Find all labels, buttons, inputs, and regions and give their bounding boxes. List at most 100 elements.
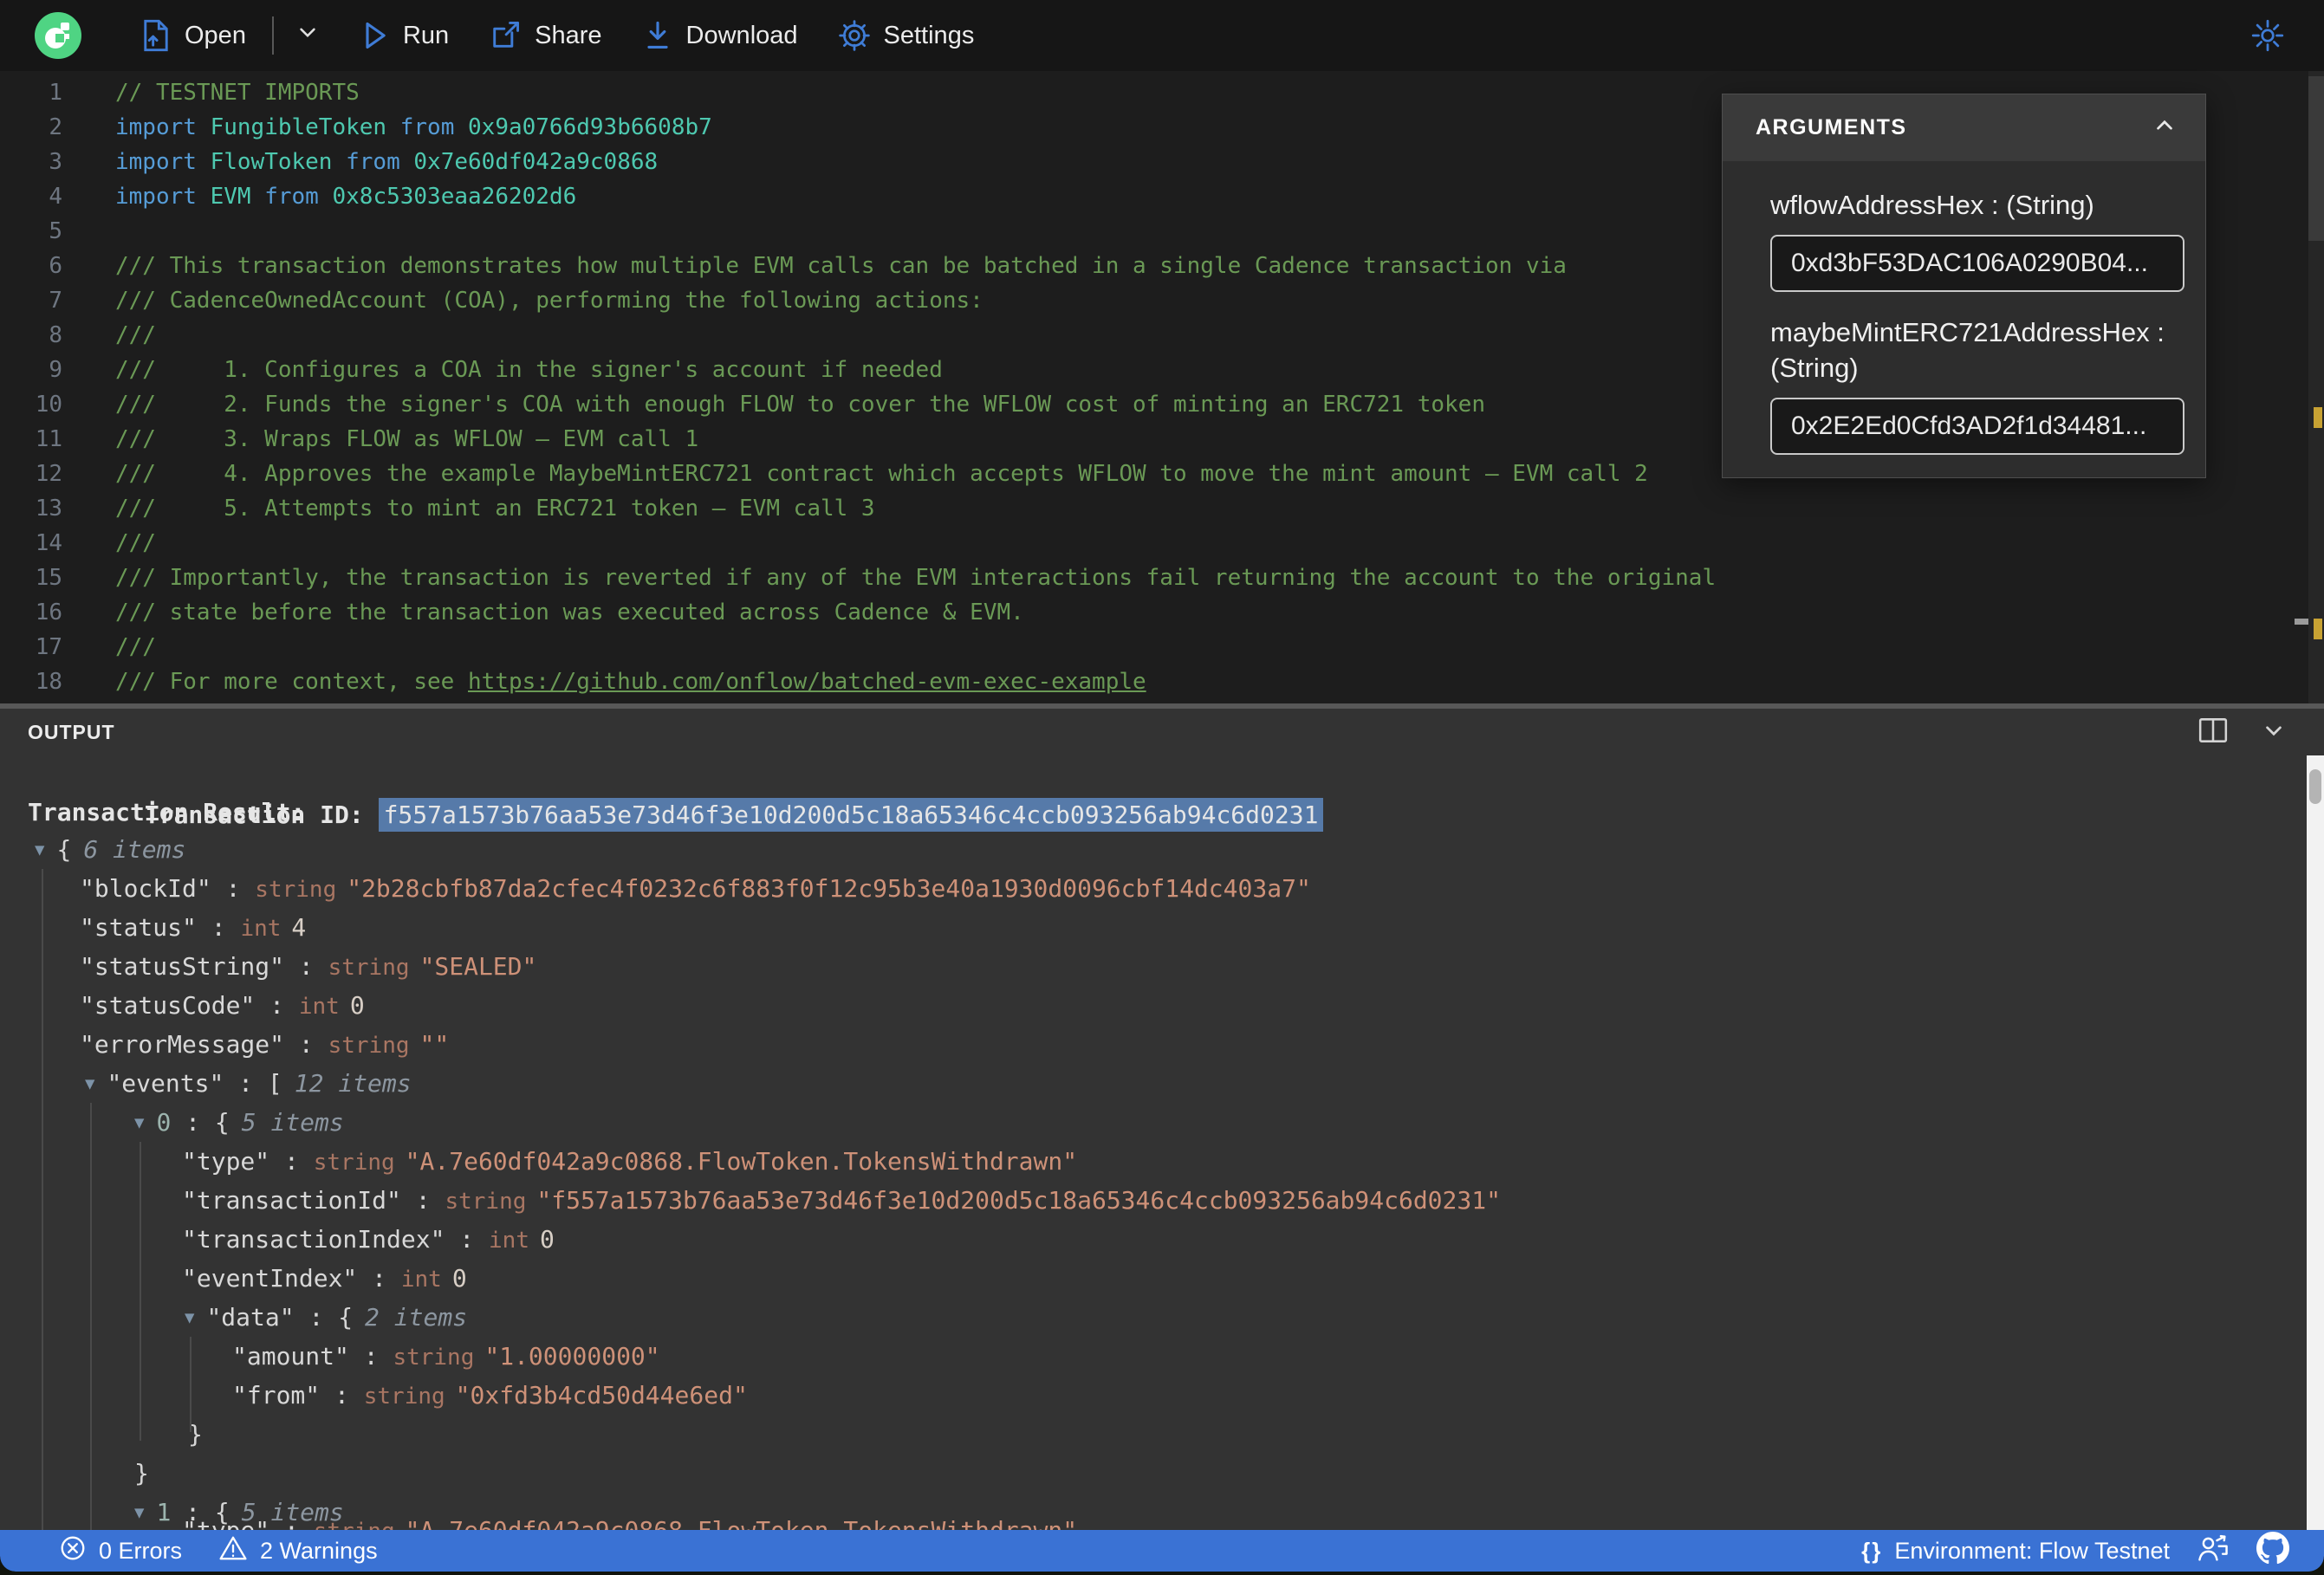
json-tree: ▼ {6 items "blockId" : string "2b28cbfb87da… [0,830,2324,1530]
clipped-json-row: "type" : string "A.7e60df042a9c0868.FlowT… [0,1518,2324,1530]
arguments-title: ARGUMENTS [1756,115,1907,139]
json-colon: : [269,1147,314,1176]
output-row: "status" : int 4 [0,908,2324,947]
json-colon: : [269,1518,314,1530]
json-str: "1.00000000" [484,1342,660,1371]
output-row: "transactionIndex" : int 0 [0,1220,2324,1259]
json-key: "blockId" [80,874,211,903]
json-brace: [ [267,1069,282,1098]
line-number: 8 [49,322,62,348]
json-type: int [240,916,282,942]
output-row: "statusString" : string "SEALED" [0,947,2324,986]
settings-button[interactable]: Settings [838,19,975,52]
json-type: string [314,1519,395,1530]
line-number: 5 [49,218,62,244]
collapse-triangle-icon[interactable]: ▼ [85,1065,94,1104]
argument-input-maybemint[interactable] [1770,398,2184,455]
editor-overview-ruler[interactable] [2308,71,2324,703]
flow-logo-icon[interactable] [35,12,81,59]
warnings-status[interactable]: 2 Warnings [218,1534,378,1568]
line-number: 4 [49,184,62,210]
run-play-icon [360,20,390,51]
json-key: "from" [232,1381,321,1410]
github-icon[interactable] [2256,1531,2289,1571]
output-row: "eventIndex" : int 0 [0,1259,2324,1298]
collapse-output-chevron-icon[interactable] [2258,716,2289,749]
json-key: "events" [107,1069,224,1098]
json-brace: { [338,1303,354,1332]
json-str: "A.7e60df042a9c0868.FlowToken.TokensWith… [406,1518,1077,1530]
gear-icon [838,19,871,52]
output-row: "type" : string "A.7e60df042a9c0868.FlowT… [0,1142,2324,1181]
error-circle-icon [59,1534,87,1568]
json-colon: : [320,1381,364,1410]
output-scrollbar-thumb[interactable] [2309,769,2321,804]
open-dropdown-chevron-icon[interactable] [293,17,322,54]
json-str: "" [419,1030,450,1059]
environment-selector[interactable]: {} Environment: Flow Testnet [1861,1538,2170,1565]
status-bar: 0 Errors 2 Warnings {} Environment: Flow… [0,1530,2324,1572]
split-editor-icon[interactable] [2197,716,2229,749]
output-row: } [0,1454,2324,1493]
line-number: 14 [35,530,62,556]
code-line: 14/// [0,526,2324,561]
toolbar-divider [271,16,274,55]
json-type: string [393,1345,475,1371]
indent-guide [190,1337,192,1432]
toolbar: Open Run Share Download Settings [0,0,2324,71]
argument-label: wflowAddressHex : (String) [1770,190,2094,220]
collapse-chevron-up-icon[interactable] [2150,111,2179,145]
errors-status[interactable]: 0 Errors [59,1534,182,1568]
arguments-panel: ARGUMENTS wflowAddressHex : (String) may… [1722,94,2206,478]
download-button[interactable]: Download [642,19,798,52]
json-int: 0 [349,991,365,1020]
theme-toggle-sun-icon[interactable] [2249,17,2286,61]
settings-label: Settings [883,21,975,49]
json-str: "0xfd3b4cd50d44e6ed" [455,1381,748,1410]
json-brace: { [56,835,72,864]
editor-scrollbar-thumb[interactable] [2308,76,2324,241]
json-colon: : [196,913,241,942]
collapse-triangle-icon[interactable]: ▼ [134,1104,144,1143]
json-type: int [298,994,340,1020]
code-line: 15/// Importantly, the transaction is re… [0,561,2324,595]
code-line: 16/// state before the transaction was e… [0,595,2324,630]
feedback-person-icon[interactable] [2196,1533,2230,1570]
json-key: "errorMessage" [80,1030,285,1059]
json-key: "transactionIndex" [182,1225,445,1254]
code-link[interactable]: https://github.com/onflow/batched-evm-ex… [468,669,1146,695]
output-panel: OUTPUT Transaction ID: f557a1573b76aa53e… [0,709,2324,1530]
json-colon: : [294,1303,339,1332]
open-button[interactable]: Open [140,18,246,53]
indent-guide [140,1142,141,1441]
run-label: Run [402,21,450,49]
json-key: "statusString" [80,952,285,981]
json-colon: : [171,1108,215,1137]
output-content: Transaction ID: f557a1573b76aa53e73d46f3… [0,755,2324,1530]
json-colon: : [357,1264,401,1293]
line-number: 16 [35,600,62,625]
json-int: 0 [451,1264,467,1293]
share-button[interactable]: Share [489,19,602,52]
json-key: "transactionId" [182,1186,401,1215]
output-scrollbar[interactable] [2307,755,2324,1530]
json-colon: : [400,1186,445,1215]
json-colon: : [348,1342,393,1371]
json-type: string [363,1384,445,1410]
json-int: 4 [291,913,307,942]
collapse-triangle-icon[interactable]: ▼ [185,1299,194,1338]
collapse-triangle-icon[interactable]: ▼ [35,831,44,870]
json-colon: : [284,952,328,981]
open-label: Open [185,21,246,49]
download-icon [642,19,673,52]
argument-input-wflow[interactable] [1770,235,2184,292]
output-row: "errorMessage" : string "" [0,1025,2324,1064]
arguments-panel-header[interactable]: ARGUMENTS [1723,94,2205,161]
json-brace: } [134,1459,149,1488]
json-key: "type" [182,1518,269,1530]
json-colon: : [224,1069,268,1098]
share-icon [489,19,522,52]
json-type: string [328,1033,410,1059]
run-button[interactable]: Run [360,20,449,51]
app-window: Open Run Share Download Settings 1 // TE… [0,0,2324,1572]
